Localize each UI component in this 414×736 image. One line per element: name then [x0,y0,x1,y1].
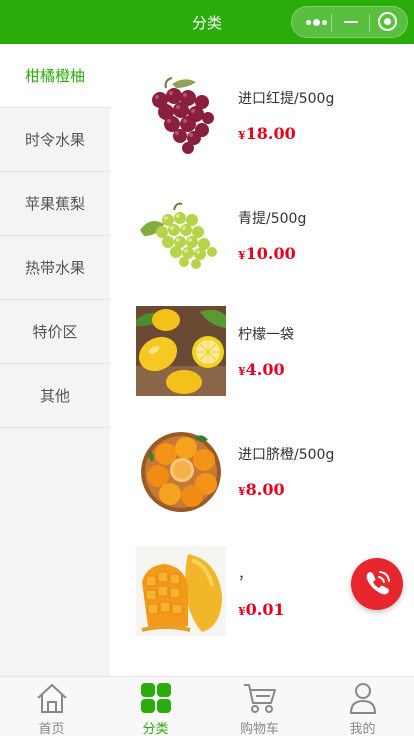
sidebar-item-citrus[interactable]: 柑橘橙柚 [0,44,110,108]
sidebar-item-label: 时令水果 [24,131,85,149]
price-value: 8.00 [245,480,285,499]
product-image-navel-oranges [136,426,226,516]
close-target-icon[interactable] [370,7,408,37]
tab-label: 首页 [38,722,65,736]
product-name: 青提/500g [238,211,307,227]
product-item[interactable]: 青提/500g ¥10.00 [136,190,376,280]
currency-symbol: ¥ [238,129,246,142]
nav-header: 分类 [0,0,414,44]
sidebar-item-label: 苹果蕉梨 [24,195,85,213]
minimize-icon[interactable] [332,7,370,37]
price-value: 18.00 [245,124,296,143]
product-price: ¥4.00 [238,360,285,379]
phone-icon [366,571,390,595]
product-price: ¥18.00 [238,124,296,143]
cart-icon [244,684,276,713]
sidebar-item-tropical[interactable]: 热带水果 [0,236,110,300]
product-price: ¥8.00 [238,480,285,499]
product-image-red-grapes [136,70,226,160]
call-button[interactable] [351,558,403,610]
product-name: ， [238,567,252,583]
currency-symbol: ¥ [238,365,246,378]
sidebar-item-seasonal[interactable]: 时令水果 [0,108,110,172]
tab-label: 我的 [349,722,376,736]
user-icon [350,683,376,714]
bottom-tab-bar: 首页 分类 购物车 我的 [0,676,414,736]
mini-program-capsule [291,6,408,38]
currency-symbol: ¥ [238,485,246,498]
tab-category[interactable]: 分类 [104,677,207,736]
currency-symbol: ¥ [238,249,246,262]
product-item[interactable]: 进口脐橙/500g ¥8.00 [136,426,376,516]
sidebar-item-apple-banana-pear[interactable]: 苹果蕉梨 [0,172,110,236]
price-value: 10.00 [245,244,296,263]
category-sidebar: 柑橘橙柚 时令水果 苹果蕉梨 热带水果 特价区 其他 [0,44,110,676]
sidebar-item-other[interactable]: 其他 [0,364,110,428]
product-image-mango [136,546,226,636]
tab-cart[interactable]: 购物车 [208,677,311,736]
product-price: ¥10.00 [238,244,296,263]
product-price: ¥0.01 [238,600,285,619]
product-name: 进口红提/500g [238,91,335,107]
sidebar-item-special-offer[interactable]: 特价区 [0,300,110,364]
sidebar-item-label: 其他 [39,387,70,405]
sidebar-item-label: 柑橘橙柚 [24,67,85,85]
currency-symbol: ¥ [238,605,246,618]
product-item[interactable]: ， ¥0.01 [136,546,376,636]
page: 分类 柑橘橙柚 时令水果 苹果蕉梨 热带水果 特价区 其他 进口红提/500g … [0,0,414,736]
home-icon [37,684,67,713]
tab-label: 分类 [142,722,169,736]
category-icon [141,683,171,713]
sidebar-item-label: 热带水果 [24,259,85,277]
tab-home[interactable]: 首页 [0,677,103,736]
tab-label: 购物车 [239,722,279,736]
price-value: 4.00 [245,360,285,379]
product-image-lemons [136,306,226,396]
sidebar-item-label: 特价区 [32,323,78,341]
product-name: 进口脐橙/500g [238,447,335,463]
price-value: 0.01 [245,600,285,619]
product-image-green-grapes [136,190,226,280]
product-name: 柠檬一袋 [238,327,294,343]
tab-profile[interactable]: 我的 [311,677,414,736]
product-item[interactable]: 进口红提/500g ¥18.00 [136,70,376,160]
product-item[interactable]: 柠檬一袋 ¥4.00 [136,306,376,396]
